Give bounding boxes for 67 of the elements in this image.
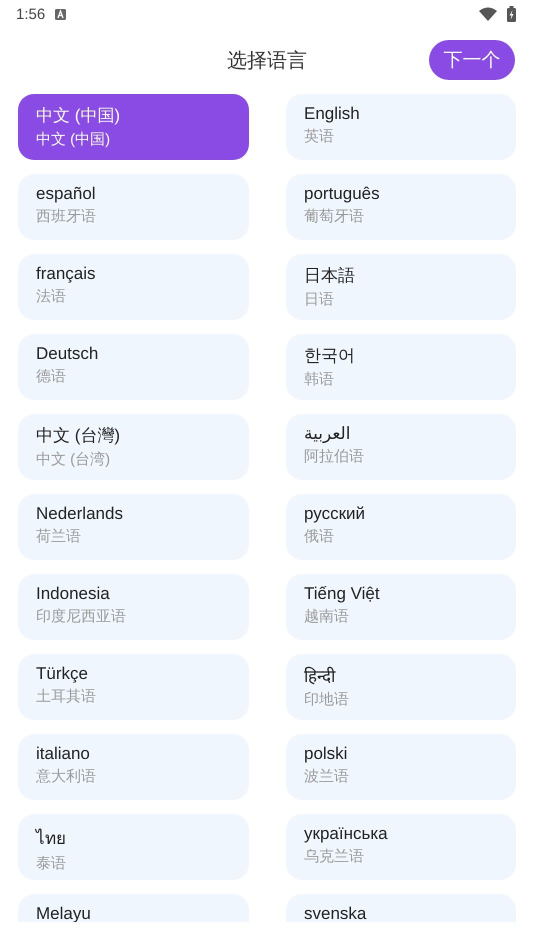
language-name: 中文 (台灣) [36, 425, 122, 447]
language-option[interactable]: 한국어 韩语 [286, 334, 516, 400]
keyboard-notification-icon [55, 8, 66, 20]
language-translation: 韩语 [304, 370, 335, 389]
language-name: हिन्दी [304, 666, 337, 687]
status-time: 1:56 [16, 6, 46, 22]
language-option[interactable]: ไทย 泰语 [18, 814, 249, 880]
language-translation: 荷兰语 [36, 527, 82, 546]
language-translation: 中文 (中国) [36, 130, 112, 149]
language-option[interactable]: português 葡萄牙语 [286, 174, 516, 240]
language-translation: 德语 [36, 367, 67, 386]
language-option[interactable]: Deutsch 德语 [18, 334, 249, 400]
language-option[interactable]: 中文 (中国) 中文 (中国) [18, 94, 249, 160]
language-translation: 印度尼西亚语 [36, 607, 127, 626]
language-option[interactable]: Nederlands 荷兰语 [18, 494, 249, 560]
language-option[interactable]: svenska [286, 894, 516, 922]
language-option[interactable]: italiano 意大利语 [18, 734, 249, 800]
page-title: 选择语言 [227, 48, 307, 74]
language-option[interactable]: 日本語 日语 [286, 254, 516, 320]
language-option[interactable]: українська 乌克兰语 [286, 814, 516, 880]
language-option[interactable]: 中文 (台灣) 中文 (台湾) [18, 414, 249, 480]
language-option[interactable]: Indonesia 印度尼西亚语 [18, 574, 249, 640]
language-translation: 西班牙语 [36, 207, 97, 226]
language-name: ไทย [36, 828, 67, 850]
language-translation: 印地语 [304, 690, 350, 709]
language-name: русский [304, 504, 366, 524]
language-translation: 中文 (台湾) [36, 450, 112, 469]
battery-icon [507, 6, 516, 22]
language-name: العربية [304, 424, 352, 444]
language-name: Nederlands [36, 504, 124, 524]
language-translation: 意大利语 [36, 767, 97, 786]
language-option[interactable]: English 英语 [286, 94, 516, 160]
wifi-icon [479, 7, 497, 21]
language-translation: 英语 [304, 127, 335, 146]
language-name: Türkçe [36, 664, 89, 684]
language-translation: 葡萄牙语 [304, 207, 365, 226]
language-option[interactable]: Tiếng Việt 越南语 [286, 574, 516, 640]
language-translation: 越南语 [304, 607, 350, 626]
language-name: Deutsch [36, 344, 100, 364]
language-translation: 土耳其语 [36, 687, 97, 706]
language-option[interactable]: हिन्दी 印地语 [286, 654, 516, 720]
language-translation: 俄语 [304, 527, 335, 546]
next-button[interactable]: 下一个 [429, 40, 515, 80]
language-option[interactable]: polski 波兰语 [286, 734, 516, 800]
language-option[interactable]: español 西班牙语 [18, 174, 249, 240]
language-translation: 波兰语 [304, 767, 350, 786]
language-name: svenska [304, 904, 368, 922]
language-name: Tiếng Việt [304, 584, 381, 604]
language-translation: 乌克兰语 [304, 847, 365, 866]
language-name: 한국어 [304, 345, 356, 367]
language-option[interactable]: Türkçe 土耳其语 [18, 654, 249, 720]
language-name: français [36, 264, 97, 284]
language-translation: 日语 [304, 290, 335, 309]
language-translation: 泰语 [36, 854, 67, 873]
language-name: English [304, 104, 361, 124]
language-translation: 法语 [36, 287, 67, 306]
language-name: polski [304, 744, 348, 764]
language-name: español [36, 184, 97, 204]
language-option[interactable]: русский 俄语 [286, 494, 516, 560]
language-name: italiano [36, 744, 91, 764]
language-translation: 阿拉伯语 [304, 447, 365, 466]
language-option[interactable]: français 法语 [18, 254, 249, 320]
language-name: українська [304, 824, 389, 844]
language-name: 日本語 [304, 265, 356, 287]
language-name: português [304, 184, 381, 204]
language-name: 中文 (中国) [36, 105, 122, 127]
language-name: Indonesia [36, 584, 111, 604]
